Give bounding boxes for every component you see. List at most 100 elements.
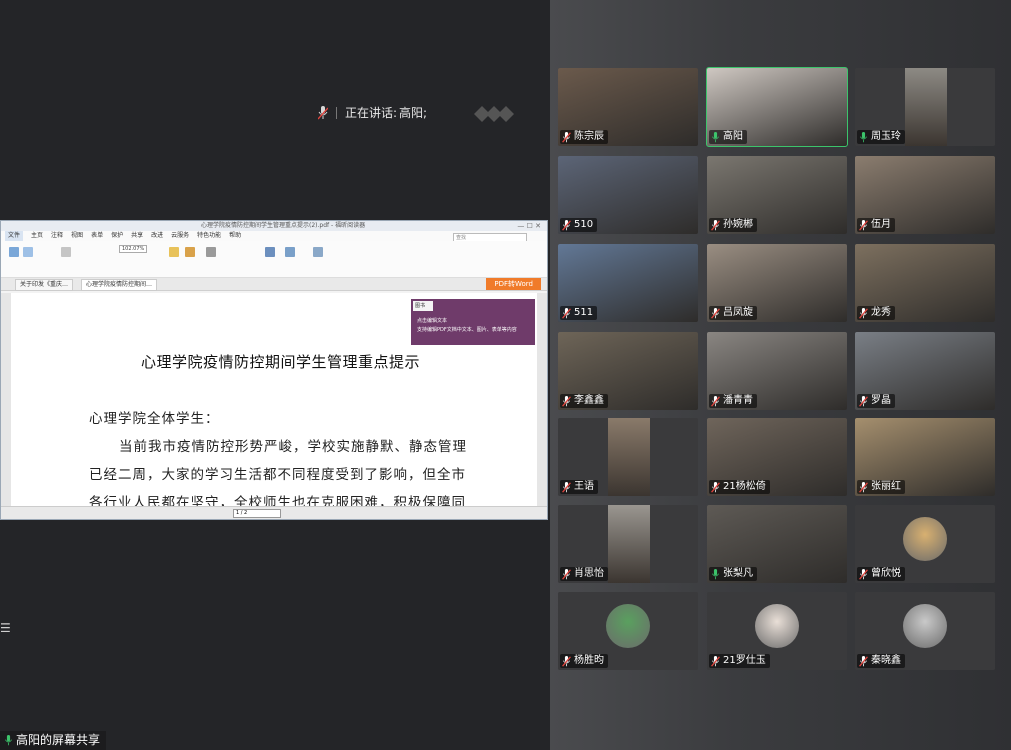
mic-muted-icon: [562, 395, 571, 407]
participant-name-tag: 伍月: [857, 218, 895, 232]
participant-tile[interactable]: 孙婉郴: [707, 156, 847, 234]
participant-tile[interactable]: 伍月: [855, 156, 995, 234]
tooltip-title: 图书: [413, 301, 433, 311]
participant-tile[interactable]: 李鑫鑫: [558, 332, 698, 410]
participant-name-tag: 511: [560, 306, 598, 320]
participant-name: 杨胜昀: [574, 655, 604, 666]
snapshot-icon[interactable]: [61, 247, 71, 257]
participant-name-tag: 21罗仕玉: [709, 654, 770, 668]
menu-item[interactable]: 注释: [51, 231, 63, 241]
link-icon[interactable]: [285, 247, 295, 257]
mic-muted-icon: [711, 395, 720, 407]
mic-muted-icon: [711, 481, 720, 493]
participant-name: 陈宗辰: [574, 131, 604, 142]
mic-icon: [712, 568, 719, 579]
menu-item[interactable]: 改进: [151, 231, 163, 241]
participant-tile[interactable]: 肖思怡: [558, 505, 698, 583]
mic-muted-icon: [859, 307, 868, 319]
participant-name-tag: 李鑫鑫: [560, 394, 608, 408]
participant-tile[interactable]: 曾欣悦: [855, 505, 995, 583]
participant-name: 吕凤旋: [723, 307, 753, 318]
document-paragraph: 当前我市疫情防控形势严峻，学校实施静默、静态管理: [119, 439, 467, 455]
participant-name: 21杨松倚: [723, 481, 766, 492]
participant-tile[interactable]: 高阳: [706, 67, 848, 147]
participant-name: 龙秀: [871, 307, 891, 318]
hand-tool-icon[interactable]: [9, 247, 19, 257]
mic-muted-icon: [562, 568, 571, 580]
participant-name-tag: 吕凤旋: [709, 306, 757, 320]
participant-name-tag: 罗晶: [857, 394, 895, 408]
participant-tile[interactable]: 511: [558, 244, 698, 322]
video-feed-portrait: [905, 68, 947, 146]
tab-document-1[interactable]: 关于印发《重庆…: [15, 279, 74, 291]
participant-tile[interactable]: 510: [558, 156, 698, 234]
mic-icon: [5, 735, 12, 746]
app-logo-icon: [474, 106, 514, 122]
form-icon[interactable]: [206, 247, 216, 257]
sign-icon[interactable]: [265, 247, 275, 257]
participant-name-tag: 龙秀: [857, 306, 895, 320]
participant-name: 李鑫鑫: [574, 395, 604, 406]
participant-name: 511: [574, 307, 594, 318]
video-feed-portrait: [608, 418, 650, 496]
menu-item[interactable]: 共享: [131, 231, 143, 241]
participant-tile[interactable]: 潘青青: [707, 332, 847, 410]
participant-tile[interactable]: 王语: [558, 418, 698, 496]
pdf-to-word-button[interactable]: PDF转Word: [486, 278, 541, 290]
participant-name: 罗晶: [871, 395, 891, 406]
tooltip-line-1: 点击编辑文本: [417, 318, 448, 324]
menu-item[interactable]: 帮助: [229, 231, 241, 241]
ribbon-toolbar: 102.07%: [1, 241, 547, 278]
participant-tile[interactable]: 陈宗辰: [558, 68, 698, 146]
mic-muted-icon: [859, 395, 868, 407]
participant-tile[interactable]: 21罗仕玉: [707, 592, 847, 670]
participant-name: 秦晓鑫: [871, 655, 901, 666]
window-title: 心理学院疫情防控期间学生管理重点提示(2).pdf - 福昕阅读器: [201, 222, 366, 229]
participant-name: 曾欣悦: [871, 568, 901, 579]
typewriter-icon[interactable]: [185, 247, 195, 257]
participant-tile[interactable]: 罗晶: [855, 332, 995, 410]
menu-item[interactable]: 特色功能: [197, 231, 221, 241]
document-tabs: 关于印发《重庆… 心理学院疫情防控期间… PDF转Word: [1, 278, 547, 291]
menu-item[interactable]: 保护: [111, 231, 123, 241]
avatar: [903, 517, 947, 561]
participant-name: 伍月: [871, 219, 891, 230]
mic-muted-icon: [562, 131, 571, 143]
participant-tile[interactable]: 21杨松倚: [707, 418, 847, 496]
mic-icon: [318, 105, 328, 119]
speaking-indicator: 正在讲话: 高阳;: [318, 104, 427, 121]
participant-tile[interactable]: 吕凤旋: [707, 244, 847, 322]
page-indicator[interactable]: 1 / 2: [233, 509, 281, 518]
participant-name: 510: [574, 219, 594, 230]
participant-name: 孙婉郴: [723, 219, 753, 230]
participant-tile[interactable]: 杨胜昀: [558, 592, 698, 670]
select-tool-icon[interactable]: [23, 247, 33, 257]
participant-name-tag: 杨胜昀: [560, 654, 608, 668]
participant-name-tag: 21杨松倚: [709, 480, 770, 494]
rotate-icon[interactable]: [313, 247, 323, 257]
participant-name-tag: 孙婉郴: [709, 218, 757, 232]
participant-name: 高阳: [723, 131, 743, 142]
mic-muted-icon: [859, 219, 868, 231]
participant-tile[interactable]: 秦晓鑫: [855, 592, 995, 670]
mic-muted-icon: [562, 481, 571, 493]
menu-item[interactable]: 文件: [5, 231, 24, 241]
screen-share-area: 正在讲话: 高阳; 心理学院疫情防控期间学生管理重点提示(2).pdf - 福昕阅…: [0, 0, 550, 750]
zoom-level[interactable]: 102.07%: [119, 245, 148, 253]
tab-document-2[interactable]: 心理学院疫情防控期间…: [81, 279, 158, 291]
participant-name-tag: 张丽红: [857, 480, 905, 494]
text-tool-icon[interactable]: [169, 247, 179, 257]
menu-item[interactable]: 视图: [71, 231, 83, 241]
menu-item[interactable]: 表单: [91, 231, 103, 241]
menu-item[interactable]: 云服务: [171, 231, 189, 241]
participant-name-tag: 王语: [560, 480, 598, 494]
participant-tile[interactable]: 张梨凡: [707, 505, 847, 583]
participant-tile[interactable]: 周玉玲: [855, 68, 995, 146]
participant-tile[interactable]: 张丽红: [855, 418, 995, 496]
window-controls[interactable]: — ☐ ✕: [517, 221, 541, 231]
participant-tile[interactable]: 龙秀: [855, 244, 995, 322]
scrollbar[interactable]: [537, 293, 547, 509]
menu-icon[interactable]: ☰: [0, 617, 16, 639]
participant-name: 周玉玲: [871, 131, 901, 142]
menu-item[interactable]: 主页: [31, 231, 43, 241]
